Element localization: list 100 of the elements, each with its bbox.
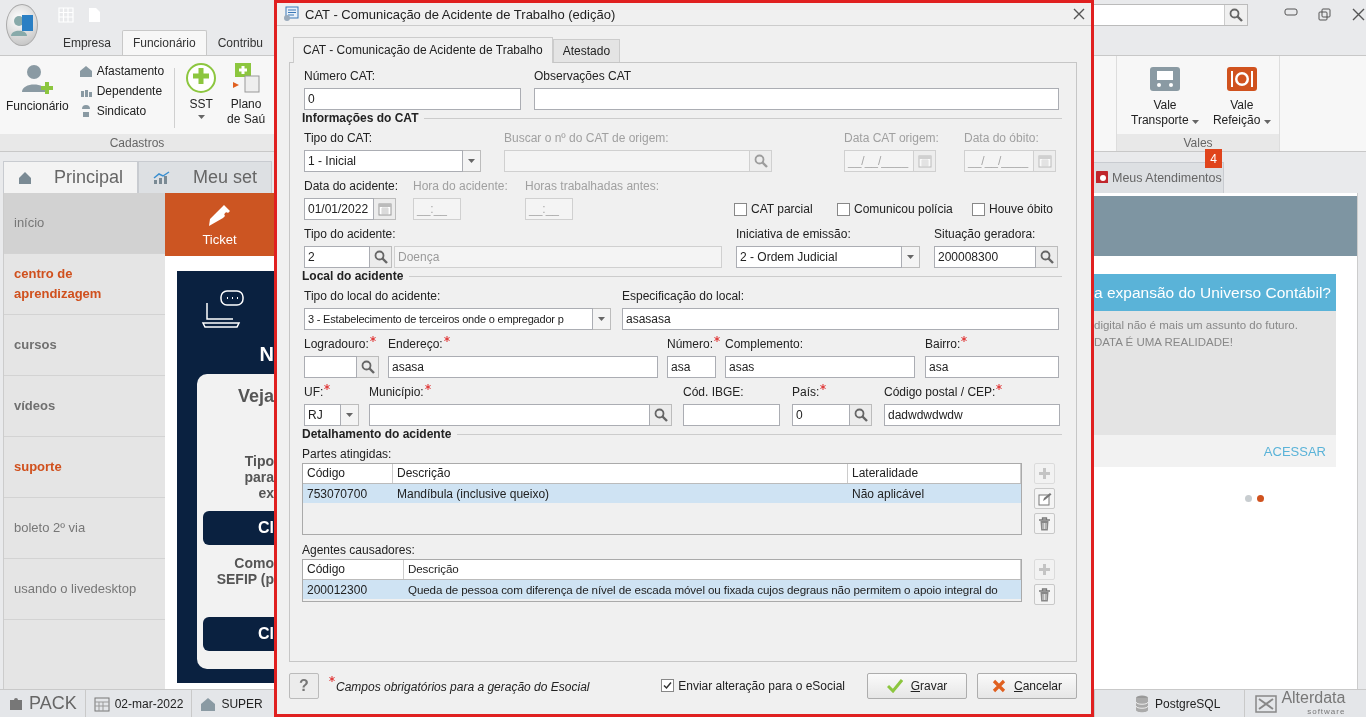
help-button[interactable]: ? (289, 672, 319, 699)
search-button[interactable] (850, 404, 872, 426)
cancel-button[interactable]: Cancelar (977, 672, 1077, 699)
meal-icon (1225, 66, 1258, 92)
page-tab[interactable]: Principal (3, 161, 139, 193)
grid-row[interactable]: 753070700 Mandíbula (inclusive queixo) Não aplicável (303, 484, 1021, 503)
column-header[interactable]: Descrição (393, 464, 848, 483)
minimize-icon[interactable] (1284, 8, 1298, 16)
ribbon-group-label: Vales (1117, 134, 1279, 151)
checkbox[interactable] (661, 679, 675, 692)
text-field[interactable]: asasa (388, 356, 658, 378)
ribbon-tab[interactable]: Empresa (51, 30, 122, 55)
close-icon[interactable] (1352, 8, 1365, 21)
page-tab[interactable]: Meus Atendimentos (1094, 162, 1224, 193)
sidebar-item[interactable]: boleto 2º via (4, 498, 165, 559)
checkbox[interactable] (734, 202, 747, 216)
search-button[interactable] (357, 356, 379, 378)
ribbon-item[interactable]: Afastamento (78, 64, 165, 78)
search-button[interactable] (370, 246, 392, 268)
field-label: Tipo do acidente: (304, 227, 396, 241)
search-button[interactable] (750, 150, 772, 172)
text-field[interactable]: asasasa (622, 308, 1059, 330)
lookup-field[interactable]: 200008300 (934, 246, 1036, 268)
delete-button[interactable] (1034, 513, 1055, 534)
checkbox[interactable] (972, 202, 985, 216)
caret-icon (468, 159, 475, 163)
dropdown-button[interactable] (593, 308, 611, 330)
lookup-field[interactable] (304, 356, 357, 378)
sidebar-item[interactable]: cursos (4, 315, 165, 376)
close-icon[interactable] (1073, 8, 1085, 20)
sidebar-item[interactable]: suporte (4, 437, 165, 498)
sidebar-item[interactable]: usando o livedesktop (4, 559, 165, 620)
app-logo-icon[interactable] (6, 4, 38, 46)
carousel-dot[interactable] (1245, 495, 1252, 502)
text-field[interactable]: 0 (304, 88, 521, 110)
lookup-field[interactable]: 2 (304, 246, 370, 268)
puzzle-icon (8, 695, 24, 712)
dropdown-field[interactable]: 1 - Inicial (304, 150, 463, 172)
ribbon-tab[interactable]: Funcionário (121, 30, 207, 55)
column-header[interactable]: Código (303, 464, 393, 483)
house-icon (200, 695, 217, 712)
page-tab[interactable]: Meu set (138, 161, 273, 193)
search-icon (1039, 250, 1054, 264)
text-field[interactable] (534, 88, 1059, 110)
edit-button[interactable] (1034, 488, 1055, 509)
text-field[interactable]: asa (925, 356, 1059, 378)
column-header[interactable]: Código (303, 560, 404, 579)
checkbox[interactable] (837, 202, 850, 216)
field-label: País: (792, 385, 820, 399)
dropdown-button[interactable] (463, 150, 481, 172)
ribbon-button[interactable]: Vale Refeição (1212, 66, 1271, 134)
card-button[interactable]: Cl (203, 617, 274, 651)
card-text: DATA É UMA REALIDADE! (1094, 335, 1234, 350)
search-icon (853, 408, 868, 422)
health-plan-button[interactable]: Plano de Saú (227, 62, 266, 134)
ribbon-tab[interactable]: Contribu (206, 30, 274, 55)
sst-button[interactable]: SST (185, 62, 218, 134)
window-title: CAT - Comunicação de Acidente de Trabalho (edição) (305, 6, 617, 22)
search-icon (360, 360, 375, 374)
card-text: SEFIP (p (216, 571, 274, 587)
ticket-tile[interactable]: Ticket (165, 193, 274, 256)
text-field[interactable]: asas (725, 356, 915, 378)
date-field[interactable]: 01/01/2022 (304, 198, 374, 220)
tab[interactable]: CAT - Comunicação de Acidente de Trabalho (293, 37, 553, 63)
card-button[interactable]: Cl (203, 511, 274, 545)
text-field[interactable] (683, 404, 780, 426)
restore-icon[interactable] (1318, 8, 1332, 22)
plus-icon (1038, 563, 1051, 576)
ribbon-item[interactable]: Sindicato (78, 104, 165, 118)
search-field[interactable] (1094, 4, 1248, 26)
search-button[interactable] (650, 404, 672, 426)
save-button[interactable]: Gravar (867, 672, 967, 699)
delete-button[interactable] (1034, 584, 1055, 605)
calendar-icon (917, 154, 932, 168)
carousel-dot[interactable] (1257, 495, 1264, 502)
tab[interactable]: Atestado (552, 39, 621, 62)
search-button[interactable] (1036, 246, 1058, 268)
grid-row[interactable]: 200012300 Queda de pessoa com diferença de nível de escada móvel ou fixada cujos degraus não permitem o apoio integral do (303, 580, 1021, 599)
sidebar-item[interactable]: vídeos (4, 376, 165, 437)
dropdown-field[interactable]: RJ (304, 404, 341, 426)
column-header[interactable]: Descrição (404, 560, 1021, 579)
dropdown-button[interactable] (341, 404, 359, 426)
lookup-field[interactable] (369, 404, 650, 426)
dropdown-button[interactable] (902, 246, 920, 268)
ribbon-button[interactable]: Vale Transporte (1131, 66, 1199, 134)
dropdown-field[interactable]: 2 - Ordem Judicial (736, 246, 902, 268)
text-field[interactable]: asa (667, 356, 716, 378)
dropdown-field[interactable]: 3 - Estabelecimento de terceiros onde o empregador p (304, 308, 593, 330)
ribbon-item[interactable]: Dependente (78, 84, 165, 98)
lookup-field[interactable]: 0 (792, 404, 850, 426)
calendar-button[interactable] (374, 198, 396, 220)
grid-label: Partes atingidas: (302, 447, 393, 461)
field-label: UF: (304, 385, 324, 399)
column-header[interactable]: Lateralidade (848, 464, 1021, 483)
text-field[interactable]: dadwdwdwdw (884, 404, 1060, 426)
cancel-icon (992, 678, 1006, 693)
field-label: Número: (667, 337, 713, 351)
calendar-icon (377, 202, 392, 216)
home-icon (18, 170, 32, 185)
employee-button[interactable]: Funcionário (6, 62, 69, 134)
